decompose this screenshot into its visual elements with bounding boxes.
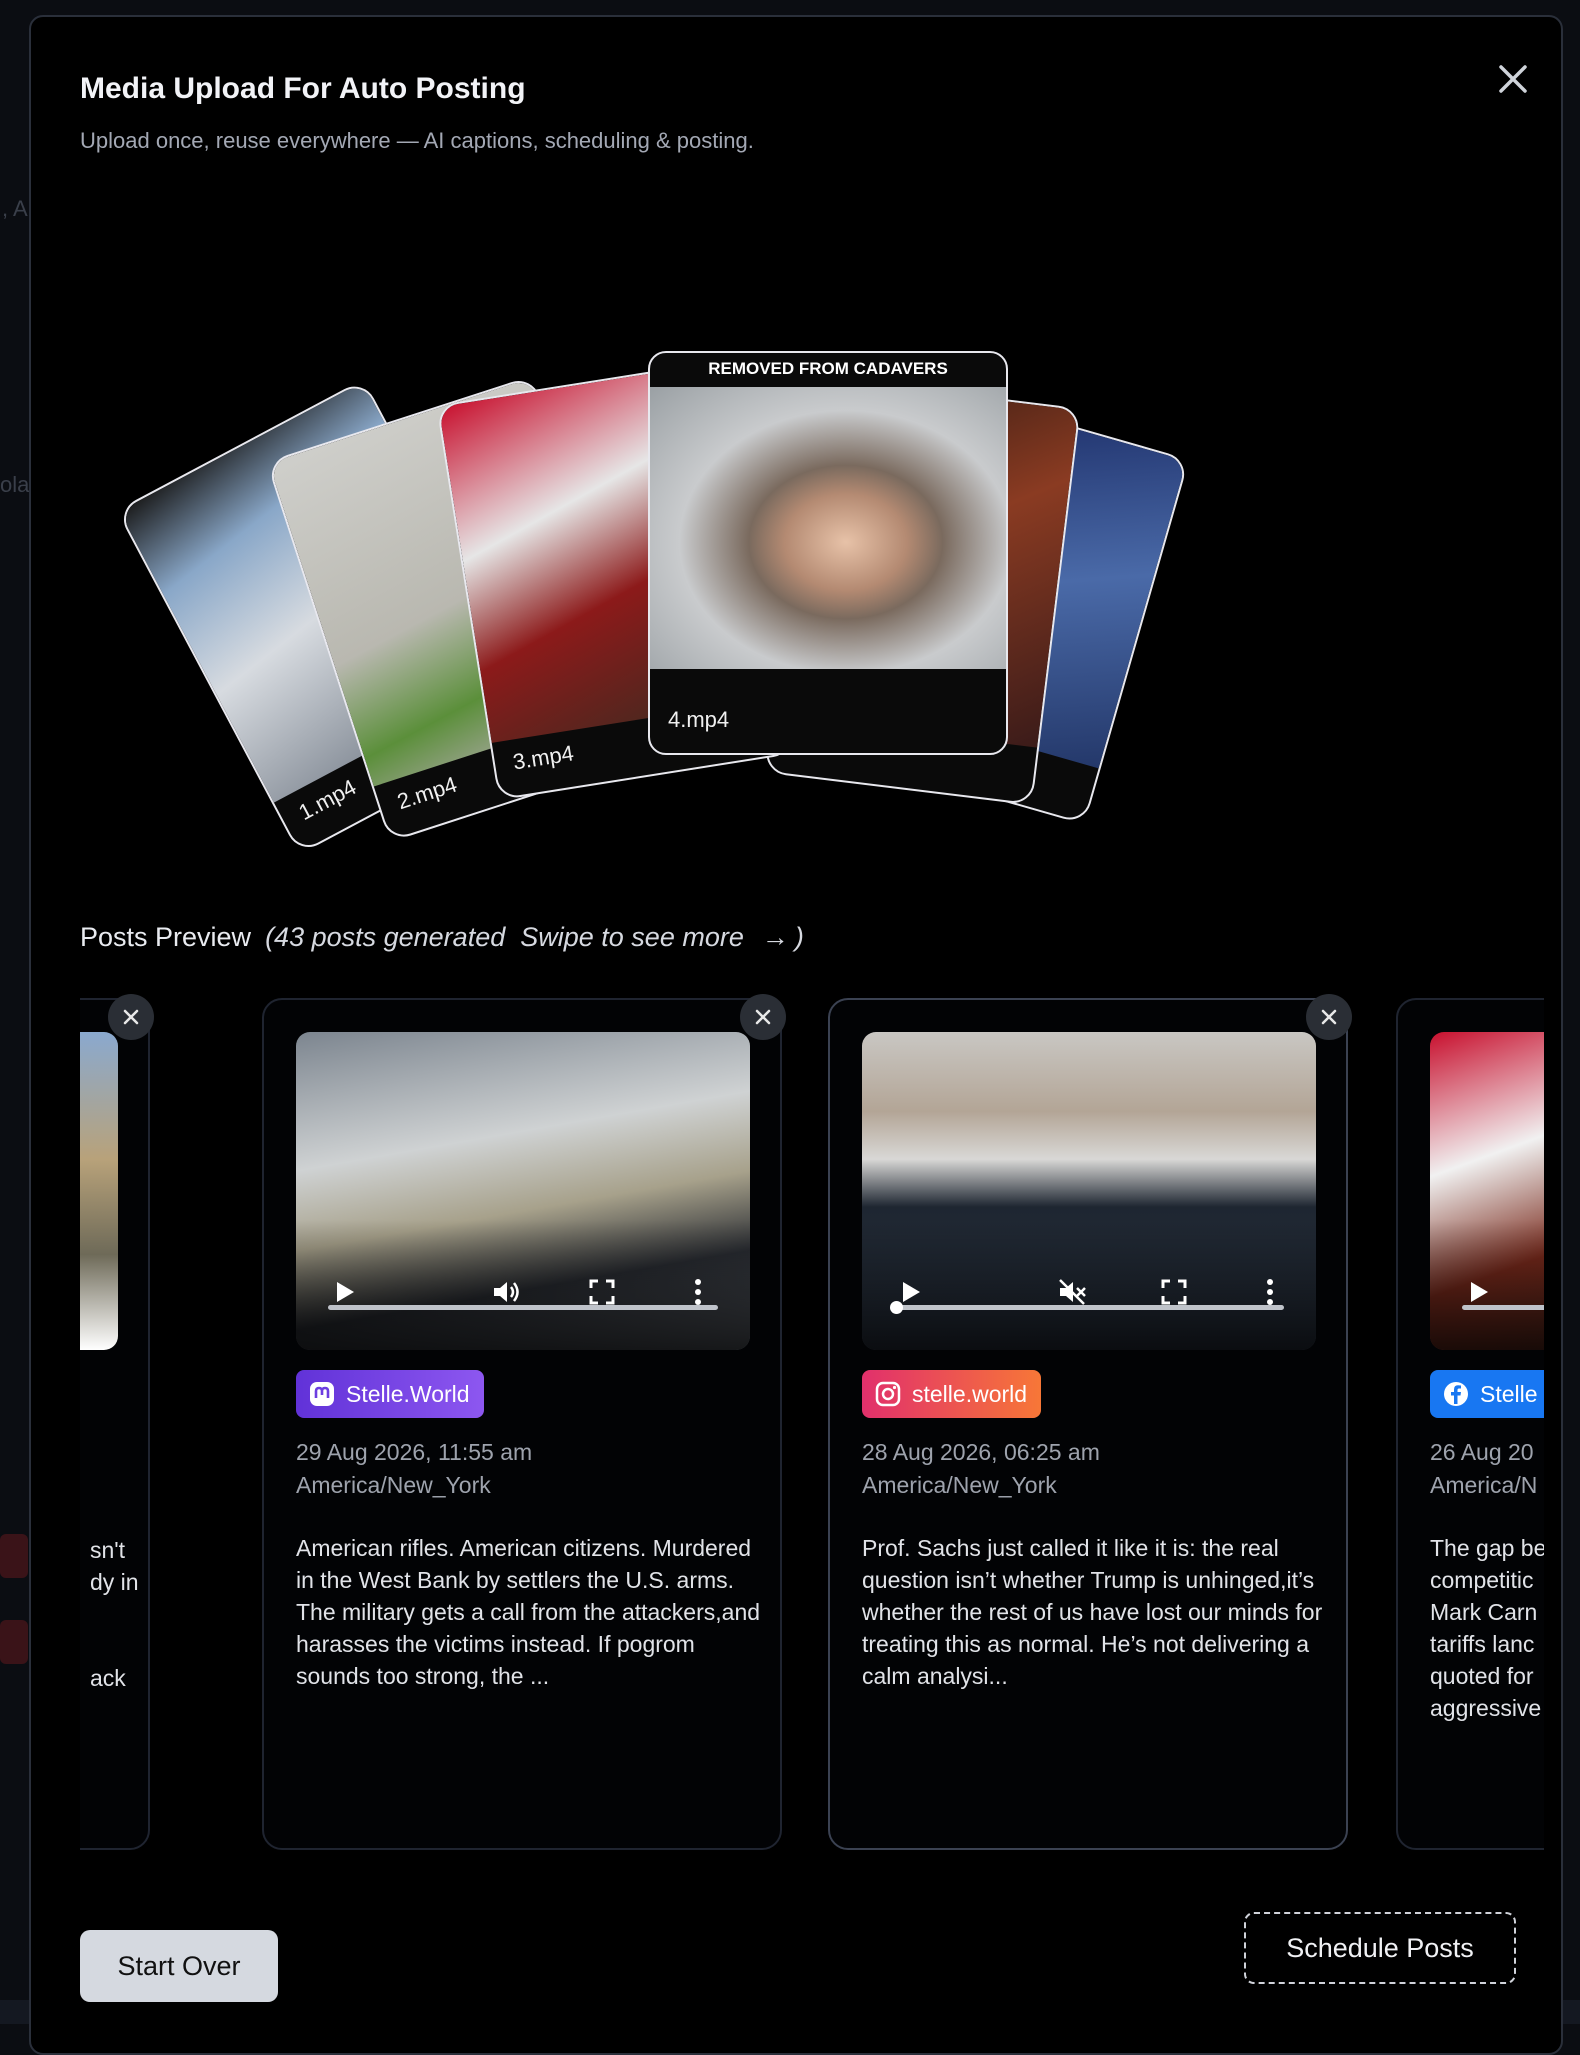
posts-preview-title: Posts Preview (80, 922, 251, 952)
post-card[interactable]: sn't dy in ack (80, 998, 150, 1850)
post-card[interactable]: Stelle 26 Aug 20 America/N The gap be co… (1396, 998, 1544, 1850)
media-upload-modal: Media Upload For Auto Posting Upload onc… (29, 15, 1563, 2055)
more-options-icon[interactable] (1254, 1276, 1286, 1308)
arrow-right-icon: → (762, 922, 789, 953)
platform-badge-facebook: Stelle (1430, 1370, 1544, 1418)
background-pill (0, 1620, 28, 1664)
video-player[interactable] (1430, 1032, 1544, 1350)
swipe-hint: Swipe to see more (520, 922, 744, 952)
platform-badge-mastodon: Stelle.World (296, 1370, 484, 1418)
media-stack: 1.mp4 2.mp4 3.mp4 REMOVED FROM CADAVERS … (31, 17, 1561, 917)
post-card[interactable]: stelle.world 28 Aug 2026, 06:25 am Ameri… (828, 998, 1348, 1850)
video-progress[interactable] (1462, 1305, 1544, 1310)
media-card-selected[interactable]: REMOVED FROM CADAVERS 4.mp4 (648, 351, 1008, 755)
media-caption-banner: REMOVED FROM CADAVERS (650, 353, 1006, 385)
fullscreen-icon[interactable] (1158, 1276, 1190, 1308)
post-body: American rifles. American citizens. Murd… (296, 1532, 766, 1692)
remove-post-button[interactable] (108, 994, 154, 1040)
media-filename: 2.mp4 (394, 772, 460, 816)
mastodon-icon (308, 1380, 336, 1408)
remove-post-button[interactable] (1306, 994, 1352, 1040)
post-body: The gap be competitic Mark Carn tariffs … (1430, 1532, 1544, 1724)
facebook-icon (1442, 1380, 1470, 1408)
post-card[interactable]: Stelle.World 29 Aug 2026, 11:55 am Ameri… (262, 998, 782, 1850)
instagram-icon (874, 1380, 902, 1408)
post-date: 29 Aug 2026, 11:55 am America/New_York (296, 1436, 756, 1502)
post-date: 28 Aug 2026, 06:25 am America/New_York (862, 1436, 1322, 1502)
play-icon[interactable] (1462, 1276, 1494, 1308)
post-date: 26 Aug 20 America/N (1430, 1436, 1544, 1502)
posts-count: (43 posts generated (265, 922, 505, 952)
platform-badge-instagram: stelle.world (862, 1370, 1041, 1418)
remove-post-button[interactable] (740, 994, 786, 1040)
start-over-button[interactable]: Start Over (80, 1930, 278, 2002)
play-icon[interactable] (328, 1276, 360, 1308)
posts-carousel[interactable]: sn't dy in ack Ste (80, 980, 1544, 1850)
background-text: ola (0, 472, 29, 498)
post-body: sn't dy in ack (90, 1534, 170, 1694)
post-body: Prof. Sachs just called it like it is: t… (862, 1532, 1332, 1692)
video-progress[interactable] (894, 1305, 1284, 1310)
video-player[interactable] (296, 1032, 750, 1350)
media-filename: 4.mp4 (668, 707, 729, 733)
background-text: , A (2, 196, 28, 222)
close-icon (740, 994, 786, 1040)
schedule-posts-button[interactable]: Schedule Posts (1244, 1912, 1516, 1984)
more-options-icon[interactable] (682, 1276, 714, 1308)
muted-icon[interactable] (1056, 1276, 1088, 1308)
background-pill (0, 1534, 28, 1578)
video-progress[interactable] (328, 1305, 718, 1310)
volume-icon[interactable] (490, 1276, 522, 1308)
fullscreen-icon[interactable] (586, 1276, 618, 1308)
video-player[interactable] (862, 1032, 1316, 1350)
media-filename: 3.mp4 (511, 740, 575, 775)
posts-preview-heading: Posts Preview (43 posts generated Swipe t… (80, 922, 804, 953)
close-icon (1306, 994, 1352, 1040)
